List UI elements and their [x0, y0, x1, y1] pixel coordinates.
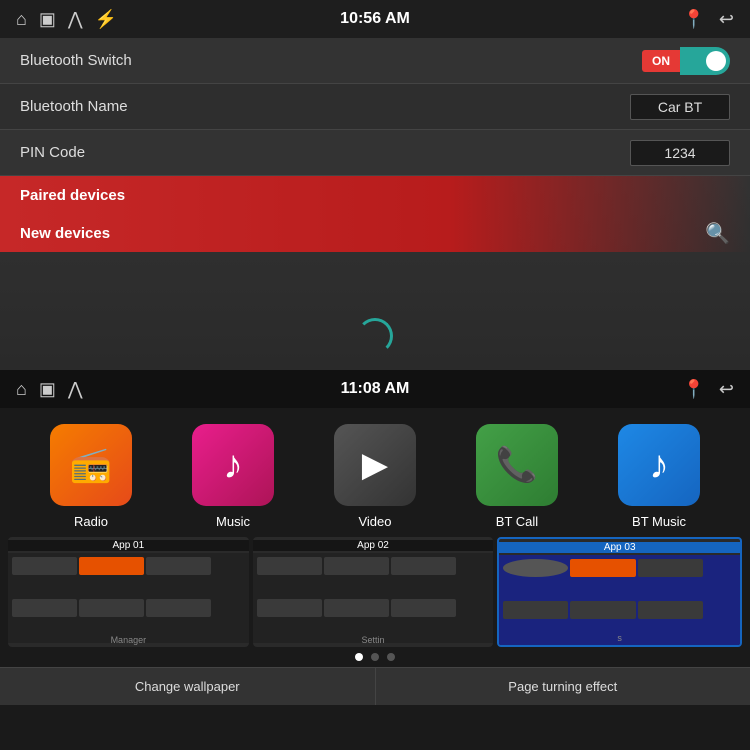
mini-block — [391, 599, 456, 617]
chevron-up-icon-bottom[interactable]: ⋀ — [68, 379, 83, 400]
status-bar-left-icons: ⌂ ▣ ⋀ ⚡ — [16, 9, 117, 30]
home-icon-bottom[interactable]: ⌂ — [16, 379, 27, 400]
mini-block — [391, 557, 456, 575]
thumbnail-app03-footer: s — [499, 633, 740, 643]
thumbnail-app03-content — [499, 555, 740, 645]
mini-block-gear — [503, 559, 568, 577]
mini-block — [324, 557, 389, 575]
thumbnail-app02-label: App 02 — [253, 540, 494, 551]
app-grid: 📻 Radio ♪ Music ▶ Video 📞 BT Call ♪ — [0, 408, 750, 537]
video-icon-symbol: ▶ — [362, 445, 388, 485]
bluetooth-name-row: Bluetooth Name Car BT — [0, 84, 750, 130]
back-icon-bottom[interactable]: ↩ — [719, 379, 734, 400]
paired-devices-label: Paired devices — [20, 187, 125, 204]
change-wallpaper-button[interactable]: Change wallpaper — [0, 668, 376, 705]
music-app-label: Music — [216, 514, 250, 529]
mini-block — [12, 557, 77, 575]
location-icon: 📍 — [682, 9, 704, 30]
thumbnail-app01-label: App 01 — [8, 540, 249, 551]
app-item-btmusic[interactable]: ♪ BT Music — [609, 424, 709, 529]
paired-devices-header[interactable]: Paired devices — [0, 176, 750, 214]
home-icon[interactable]: ⌂ — [16, 9, 27, 30]
mini-block-orange — [570, 559, 635, 577]
radio-app-icon[interactable]: 📻 — [50, 424, 132, 506]
mini-block — [146, 557, 211, 575]
spinner-animation — [357, 318, 393, 354]
dot-1[interactable] — [355, 653, 363, 661]
thumbnail-app03-label: App 03 — [499, 542, 740, 553]
dot-2[interactable] — [371, 653, 379, 661]
btmusic-app-icon[interactable]: ♪ — [618, 424, 700, 506]
mini-block — [257, 557, 322, 575]
back-icon[interactable]: ↩ — [719, 9, 734, 30]
btcall-icon-symbol: 📞 — [496, 445, 538, 485]
thumbnail-app02[interactable]: App 02 Settin — [253, 537, 494, 647]
pin-code-row: PIN Code 1234 — [0, 130, 750, 176]
app-item-video[interactable]: ▶ Video — [325, 424, 425, 529]
video-app-label: Video — [358, 514, 391, 529]
bluetooth-settings-panel: ⌂ ▣ ⋀ ⚡ 10:56 AM 📍 ↩ Bluetooth Switch ON… — [0, 0, 750, 370]
app-item-music[interactable]: ♪ Music — [183, 424, 283, 529]
thumbnail-row: App 01 Manager App 02 Settin — [0, 537, 750, 647]
mini-block — [79, 599, 144, 617]
new-devices-header[interactable]: New devices 🔍 — [0, 214, 750, 252]
mini-block — [324, 599, 389, 617]
bottom-status-bar: ⌂ ▣ ⋀ 11:08 AM 📍 ↩ — [0, 370, 750, 408]
bottom-action-bar: Change wallpaper Page turning effect — [0, 667, 750, 705]
btmusic-icon-symbol: ♪ — [649, 443, 669, 488]
thumbnail-app01[interactable]: App 01 Manager — [8, 537, 249, 647]
thumbnail-app01-footer: Manager — [8, 635, 249, 645]
mini-block — [503, 601, 568, 619]
music-icon-symbol: ♪ — [223, 443, 243, 488]
bluetooth-toggle[interactable]: ON — [642, 47, 730, 75]
loading-spinner — [357, 318, 393, 354]
top-time: 10:56 AM — [340, 10, 410, 28]
bluetooth-name-value[interactable]: Car BT — [630, 94, 730, 120]
radio-icon-symbol: 📻 — [70, 445, 112, 485]
pin-code-value[interactable]: 1234 — [630, 140, 730, 166]
bottom-time: 11:08 AM — [341, 380, 410, 398]
status-bar-right-icons: 📍 ↩ — [682, 9, 734, 30]
btcall-app-icon[interactable]: 📞 — [476, 424, 558, 506]
page-dots — [0, 647, 750, 667]
screen-icon[interactable]: ▣ — [39, 9, 56, 30]
thumbnail-app02-content — [253, 553, 494, 643]
mini-block — [638, 559, 703, 577]
mini-block — [12, 599, 77, 617]
bluetooth-switch-row: Bluetooth Switch ON — [0, 38, 750, 84]
music-app-icon[interactable]: ♪ — [192, 424, 274, 506]
mini-block — [257, 599, 322, 617]
app-item-btcall[interactable]: 📞 BT Call — [467, 424, 567, 529]
search-icon[interactable]: 🔍 — [705, 221, 730, 246]
radio-app-label: Radio — [74, 514, 108, 529]
mini-block — [146, 599, 211, 617]
bottom-status-bar-left: ⌂ ▣ ⋀ — [16, 379, 83, 400]
video-app-icon[interactable]: ▶ — [334, 424, 416, 506]
thumbnail-app01-content — [8, 553, 249, 643]
usb-icon[interactable]: ⚡ — [95, 9, 117, 30]
bottom-status-bar-right: 📍 ↩ — [682, 379, 734, 400]
thumbnail-app02-footer: Settin — [253, 635, 494, 645]
bluetooth-switch-label: Bluetooth Switch — [20, 52, 132, 69]
toggle-on-label[interactable]: ON — [642, 50, 680, 72]
btmusic-app-label: BT Music — [632, 514, 686, 529]
page-turning-effect-button[interactable]: Page turning effect — [376, 668, 750, 705]
mini-block-orange — [79, 557, 144, 575]
app-launcher-panel: ⌂ ▣ ⋀ 11:08 AM 📍 ↩ 📻 Radio ♪ Music ▶ — [0, 370, 750, 750]
dot-3[interactable] — [387, 653, 395, 661]
chevron-up-icon[interactable]: ⋀ — [68, 9, 83, 30]
thumbnail-app03[interactable]: App 03 s — [497, 537, 742, 647]
app-item-radio[interactable]: 📻 Radio — [41, 424, 141, 529]
bluetooth-name-label: Bluetooth Name — [20, 98, 128, 115]
screen-icon-bottom[interactable]: ▣ — [39, 379, 56, 400]
toggle-teal-bg[interactable] — [680, 47, 730, 75]
location-icon-bottom: 📍 — [682, 379, 704, 400]
mini-block — [570, 601, 635, 619]
new-devices-label: New devices — [20, 225, 110, 242]
pin-code-label: PIN Code — [20, 144, 85, 161]
btcall-app-label: BT Call — [496, 514, 538, 529]
mini-block — [638, 601, 703, 619]
top-status-bar: ⌂ ▣ ⋀ ⚡ 10:56 AM 📍 ↩ — [0, 0, 750, 38]
